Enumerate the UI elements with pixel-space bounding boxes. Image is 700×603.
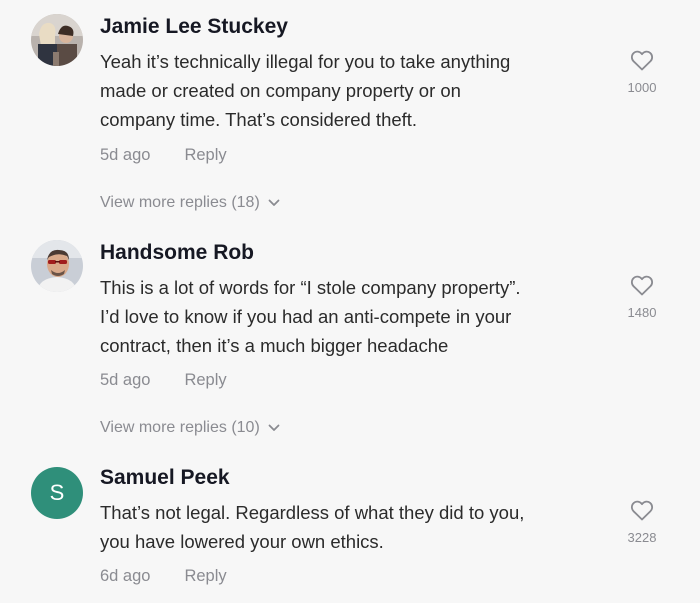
comment-timestamp: 5d ago [100,146,151,164]
chevron-down-icon [268,424,280,431]
avatar[interactable]: S [31,467,83,519]
comment-text: This is a lot of words for “I stole comp… [100,273,600,360]
like-count: 1000 [627,80,657,95]
heart-outline-icon [630,500,654,521]
comment-text: That’s not legal. Regardless of what the… [100,498,600,556]
comment-text-line: contract, then it’s a much bigger headac… [100,335,449,356]
avatar-initial: S [49,480,65,505]
view-more-replies-label: View more replies (18) [100,194,260,211]
comment-text-line: you have lowered your own ethics. [100,531,384,552]
heart-outline-icon [630,275,654,296]
like-button[interactable]: 1480 [612,274,672,320]
like-button[interactable]: 3228 [612,499,672,545]
view-more-replies-button[interactable]: View more replies (18) [100,194,280,212]
photo-avatar-icon [31,14,83,66]
comment-text-line: That’s not legal. Regardless of what the… [100,502,525,523]
comment-text-line: I’d love to know if you had an anti-comp… [100,306,512,327]
avatar[interactable] [31,240,83,292]
comment-meta: 6d ago Reply [100,567,227,586]
comment-text-line: made or created on company property or o… [100,80,461,101]
comment-text: Yeah it’s technically illegal for you to… [100,47,600,134]
like-button[interactable]: 1000 [612,49,672,95]
comment-text-line: This is a lot of words for “I stole comp… [100,277,521,298]
comment-username[interactable]: Samuel Peek [100,466,230,490]
like-count: 1480 [627,305,657,320]
view-more-replies-label: View more replies (10) [100,419,260,436]
chevron-down-icon [268,199,280,206]
comment-text-line: Yeah it’s technically illegal for you to… [100,51,511,72]
comment-meta: 5d ago Reply [100,371,227,390]
comment-username[interactable]: Jamie Lee Stuckey [100,15,288,39]
view-more-replies-button[interactable]: View more replies (10) [100,419,280,437]
heart-outline-icon [630,50,654,71]
reply-button[interactable]: Reply [184,371,226,389]
comment-timestamp: 6d ago [100,567,151,585]
reply-button[interactable]: Reply [184,567,226,585]
comment-meta: 5d ago Reply [100,146,227,165]
reply-button[interactable]: Reply [184,146,226,164]
photo-avatar-icon [31,240,83,292]
comment-timestamp: 5d ago [100,371,151,389]
comment-text-line: company time. That’s considered theft. [100,109,418,130]
comment-username[interactable]: Handsome Rob [100,241,254,265]
avatar[interactable] [31,14,83,66]
like-count: 3228 [627,530,657,545]
